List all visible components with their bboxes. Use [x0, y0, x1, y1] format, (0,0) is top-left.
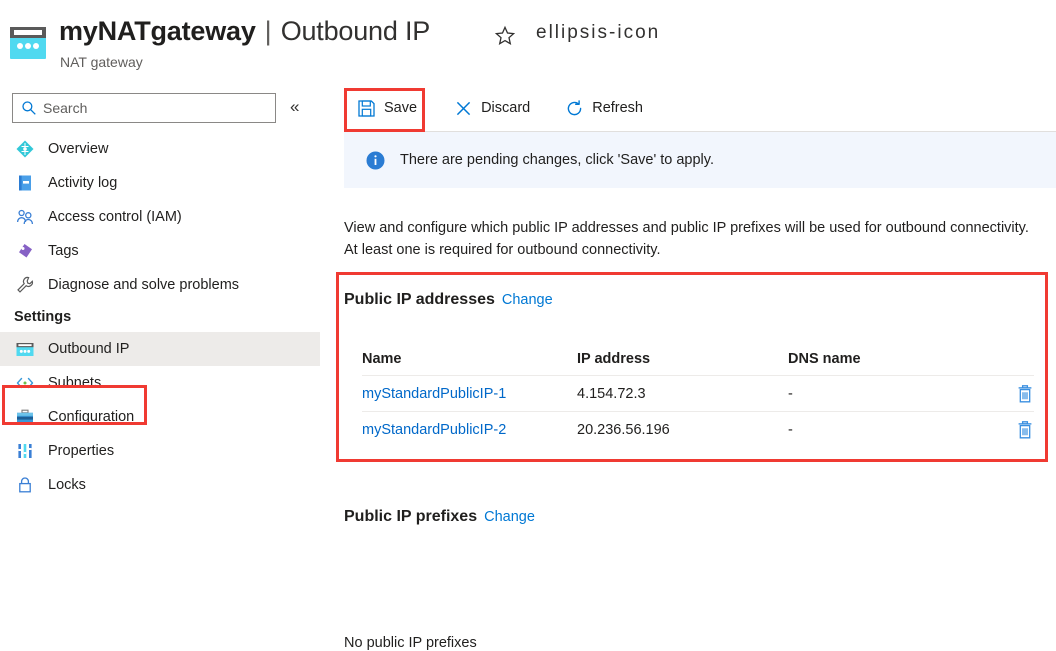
table-header-row: Name IP address DNS name — [362, 342, 1034, 376]
configuration-icon — [14, 406, 36, 428]
public-ip-name-link[interactable]: myStandardPublicIP-1 — [362, 386, 506, 402]
refresh-label: Refresh — [592, 100, 643, 116]
column-header-ip-address: IP address — [577, 351, 788, 367]
save-floppy-icon — [356, 98, 376, 118]
sidebar-item-tags[interactable]: Tags — [0, 234, 320, 268]
table-row: myStandardPublicIP-2 20.236.56.196 - — [362, 412, 1034, 448]
sidebar: « Overview Activity log Access control (… — [0, 84, 320, 588]
discard-button[interactable]: Discard — [447, 92, 536, 124]
sidebar-item-label: Diagnose and solve problems — [48, 277, 239, 293]
save-label: Save — [384, 100, 417, 116]
sidebar-item-subnets[interactable]: Subnets — [0, 366, 320, 400]
properties-icon — [14, 440, 36, 462]
sidebar-item-label: Configuration — [48, 409, 134, 425]
ellipsis-icon[interactable]: ellipsis-icon — [536, 26, 660, 40]
change-public-ip-addresses-link[interactable]: Change — [502, 292, 553, 308]
command-toolbar: Save Discard Refresh — [320, 84, 1056, 132]
sidebar-item-label: Subnets — [48, 375, 101, 391]
lock-icon — [14, 474, 36, 496]
sidebar-item-label: Access control (IAM) — [48, 209, 182, 225]
content-pane: Save Discard Refresh There are pending c… — [320, 84, 1056, 588]
subnets-icon — [14, 372, 36, 394]
pending-changes-banner: There are pending changes, click 'Save' … — [344, 132, 1056, 188]
refresh-icon — [564, 98, 584, 118]
public-ip-prefixes-title: Public IP prefixes — [344, 508, 477, 525]
sidebar-item-label: Activity log — [48, 175, 117, 191]
refresh-button[interactable]: Refresh — [558, 92, 649, 124]
sidebar-item-label: Outbound IP — [48, 341, 129, 357]
resource-name: myNATgateway — [59, 16, 256, 47]
wrench-icon — [14, 274, 36, 296]
public-ip-addresses-title: Public IP addresses — [344, 291, 495, 308]
nat-gateway-icon — [10, 27, 46, 59]
public-ip-dns-value: - — [788, 386, 973, 402]
sidebar-item-label: Tags — [48, 243, 79, 259]
sidebar-item-outbound-ip[interactable]: Outbound IP — [0, 332, 320, 366]
title-separator: | — [265, 16, 272, 47]
page-description: View and configure which public IP addre… — [344, 217, 1034, 261]
search-icon — [21, 100, 37, 116]
resource-type-subtitle: NAT gateway — [60, 54, 143, 70]
save-button[interactable]: Save — [350, 92, 423, 124]
sidebar-item-properties[interactable]: Properties — [0, 434, 320, 468]
table-row: myStandardPublicIP-1 4.154.72.3 - — [362, 376, 1034, 412]
nat-gateway-icon — [14, 338, 36, 360]
trash-icon[interactable] — [1016, 384, 1034, 404]
public-ip-dns-value: - — [788, 422, 973, 438]
close-x-icon — [453, 98, 473, 118]
star-icon[interactable] — [494, 25, 516, 47]
overview-diamond-icon — [14, 138, 36, 160]
activity-log-icon — [14, 172, 36, 194]
sidebar-item-overview[interactable]: Overview — [0, 132, 320, 166]
sidebar-item-diagnose[interactable]: Diagnose and solve problems — [0, 268, 320, 302]
sidebar-item-access-control[interactable]: Access control (IAM) — [0, 200, 320, 234]
sidebar-item-label: Overview — [48, 141, 108, 157]
sidebar-item-label: Locks — [48, 477, 86, 493]
trash-icon[interactable] — [1016, 420, 1034, 440]
page-header: myNATgateway | Outbound IP ellipsis-icon… — [0, 0, 1056, 84]
public-ip-prefixes-heading: Public IP prefixes Change — [344, 508, 535, 526]
collapse-sidebar-button[interactable]: « — [290, 98, 299, 116]
sidebar-group-settings: Settings — [0, 302, 320, 332]
column-header-dns-name: DNS name — [788, 351, 973, 367]
discard-label: Discard — [481, 100, 530, 116]
search-box[interactable] — [12, 93, 276, 123]
page-name: Outbound IP — [281, 16, 430, 47]
sidebar-item-locks[interactable]: Locks — [0, 468, 320, 502]
sidebar-nav: Overview Activity log Access control (IA… — [0, 132, 320, 502]
search-input[interactable] — [43, 100, 253, 116]
public-ip-address-value: 20.236.56.196 — [577, 422, 788, 438]
column-header-name: Name — [362, 351, 577, 367]
no-public-ip-prefixes-text: No public IP prefixes — [344, 635, 477, 651]
info-icon — [366, 151, 385, 170]
public-ip-addresses-heading: Public IP addresses Change — [344, 291, 553, 309]
sidebar-item-configuration[interactable]: Configuration — [0, 400, 320, 434]
public-ip-addresses-table: Name IP address DNS name myStandardPubli… — [362, 342, 1034, 448]
tag-icon — [14, 240, 36, 262]
sidebar-item-activity-log[interactable]: Activity log — [0, 166, 320, 200]
sidebar-item-label: Properties — [48, 443, 114, 459]
public-ip-name-link[interactable]: myStandardPublicIP-2 — [362, 422, 506, 438]
banner-message: There are pending changes, click 'Save' … — [400, 152, 714, 168]
access-control-icon — [14, 206, 36, 228]
public-ip-address-value: 4.154.72.3 — [577, 386, 788, 402]
change-public-ip-prefixes-link[interactable]: Change — [484, 509, 535, 525]
page-title: myNATgateway | Outbound IP — [59, 16, 430, 47]
